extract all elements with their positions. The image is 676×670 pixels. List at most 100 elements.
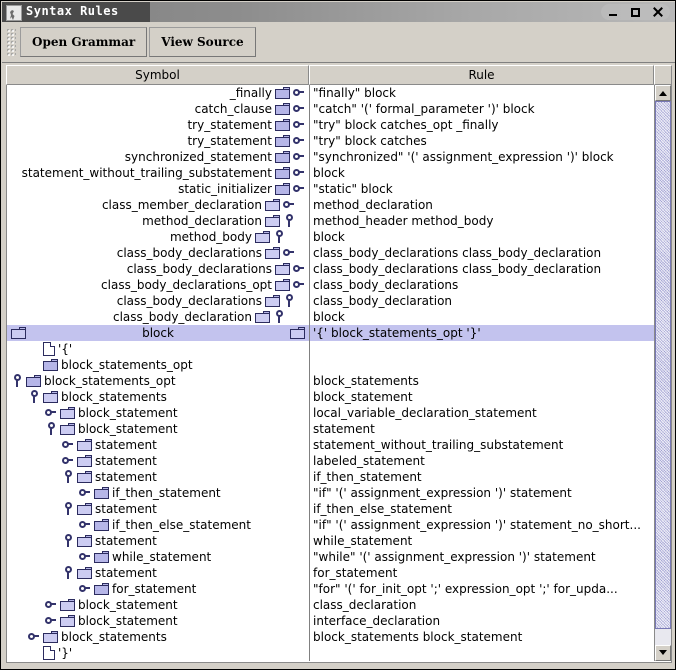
table-row[interactable]: try_statement "try" block catches — [7, 133, 655, 149]
rule-cell[interactable]: block_statements — [310, 373, 655, 389]
rule-cell[interactable]: block — [310, 165, 655, 181]
table-row[interactable]: '}' — [7, 645, 655, 661]
expand-handle-collapsed-icon[interactable] — [79, 550, 92, 564]
tree-node[interactable]: try_statement — [184, 118, 309, 132]
scroll-down-button[interactable] — [655, 645, 671, 661]
rule-cell[interactable]: "try" block catches_opt _finally — [310, 117, 655, 133]
table-row[interactable]: block_statement statement — [7, 421, 655, 437]
table-row[interactable]: method_body block — [7, 229, 655, 245]
symbol-cell[interactable]: class_body_declarations_opt — [7, 277, 310, 293]
symbol-cell[interactable]: block_statement — [7, 597, 310, 613]
rule-cell[interactable]: while_statement — [310, 533, 655, 549]
table-row[interactable]: block_statements_opt block_statements — [7, 373, 655, 389]
expand-handle-expanded-icon[interactable] — [273, 230, 286, 244]
tree-node[interactable]: block_statements — [7, 390, 170, 404]
rule-cell[interactable]: "if" '(' assignment_expression ')' state… — [310, 517, 655, 533]
table-row[interactable]: block_statements block_statements block_s… — [7, 629, 655, 645]
expand-handle-collapsed-icon[interactable] — [45, 406, 58, 420]
open-grammar-button[interactable]: Open Grammar — [20, 27, 148, 57]
symbol-cell[interactable]: if_then_statement — [7, 485, 310, 501]
symbol-cell[interactable]: try_statement — [7, 117, 310, 133]
symbol-cell[interactable]: block_statements_opt — [7, 373, 310, 389]
expand-handle-collapsed-icon[interactable] — [62, 454, 75, 468]
symbol-cell[interactable]: block — [7, 325, 310, 341]
tree-node[interactable]: _finally — [227, 86, 309, 100]
expand-handle-collapsed-icon[interactable] — [293, 102, 306, 116]
expand-handle-collapsed-icon[interactable] — [293, 278, 306, 292]
toolbar-grip[interactable] — [6, 28, 16, 56]
table-row[interactable]: synchronized_statement "synchronized" '('… — [7, 149, 655, 165]
expand-handle-collapsed-icon[interactable] — [45, 614, 58, 628]
rule-cell[interactable]: block — [310, 309, 655, 325]
symbol-cell[interactable]: statement — [7, 437, 310, 453]
tree-node[interactable]: statement — [7, 470, 160, 484]
expand-handle-collapsed-icon[interactable] — [293, 118, 306, 132]
table-row[interactable]: class_body_declaration block — [7, 309, 655, 325]
symbol-cell[interactable]: statement — [7, 533, 310, 549]
expand-handle-collapsed-icon[interactable] — [293, 150, 306, 164]
expand-handle-expanded-icon[interactable] — [45, 422, 58, 436]
symbol-cell[interactable]: for_statement — [7, 581, 310, 597]
symbol-cell[interactable]: class_body_declarations — [7, 293, 310, 309]
rule-cell[interactable]: if_then_statement — [310, 469, 655, 485]
tree-node[interactable]: statement — [7, 566, 160, 580]
expand-handle-collapsed-icon[interactable] — [79, 582, 92, 596]
table-row[interactable]: statement labeled_statement — [7, 453, 655, 469]
expand-handle-collapsed-icon[interactable] — [79, 518, 92, 532]
expand-handle-collapsed-icon[interactable] — [293, 262, 306, 276]
close-icon[interactable] — [651, 6, 664, 19]
rule-cell[interactable]: "finally" block — [310, 85, 655, 101]
tree-node[interactable]: class_body_declarations — [114, 294, 309, 308]
rule-cell[interactable] — [310, 341, 655, 357]
symbol-cell[interactable]: if_then_else_statement — [7, 517, 310, 533]
view-source-button[interactable]: View Source — [149, 27, 256, 57]
rule-cell[interactable]: "if" '(' assignment_expression ')' state… — [310, 485, 655, 501]
tree-node[interactable]: class_body_declarations — [114, 246, 309, 260]
rule-cell[interactable] — [310, 645, 655, 661]
expand-handle-collapsed-icon[interactable] — [62, 438, 75, 452]
tree-node[interactable]: block_statement — [7, 406, 181, 420]
tree-node[interactable]: statement — [7, 502, 160, 516]
symbol-cell[interactable]: static_initializer — [7, 181, 310, 197]
tree-node[interactable]: statement — [7, 438, 160, 452]
symbol-cell[interactable]: statement — [7, 501, 310, 517]
tree-node[interactable]: class_body_declaration — [110, 310, 309, 324]
table-row[interactable]: statement while_statement — [7, 533, 655, 549]
table-row[interactable]: if_then_else_statement "if" '(' assignmen… — [7, 517, 655, 533]
symbol-cell[interactable]: '{' — [7, 341, 310, 357]
symbol-cell[interactable]: block_statements — [7, 629, 310, 645]
tree-node[interactable]: class_body_declarations — [124, 262, 309, 276]
rule-cell[interactable]: statement_without_trailing_substatement — [310, 437, 655, 453]
symbol-cell[interactable]: statement — [7, 453, 310, 469]
rule-cell[interactable]: "for" '(' for_init_opt ';' expression_op… — [310, 581, 655, 597]
tree-node[interactable]: block_statements_opt — [7, 358, 196, 372]
tree-node[interactable]: catch_clause — [192, 102, 309, 116]
symbol-cell[interactable]: block_statement — [7, 421, 310, 437]
symbol-cell[interactable]: block_statements — [7, 389, 310, 405]
rule-cell[interactable]: class_body_declarations class_body_decla… — [310, 245, 655, 261]
expand-handle-expanded-icon[interactable] — [283, 294, 296, 308]
expand-handle-collapsed-icon[interactable] — [283, 246, 296, 260]
tree-node[interactable]: class_member_declaration — [99, 198, 309, 212]
expand-handle-collapsed-icon[interactable] — [293, 166, 306, 180]
table-row[interactable]: block '{' block_statements_opt '}' — [7, 325, 655, 341]
tree-node[interactable]: while_statement — [7, 550, 214, 564]
minimize-icon[interactable] — [607, 6, 620, 19]
symbol-cell[interactable]: statement_without_trailing_substatement — [7, 165, 310, 181]
table-row[interactable]: block_statement class_declaration — [7, 597, 655, 613]
expand-handle-collapsed-icon[interactable] — [283, 198, 296, 212]
symbol-cell[interactable]: synchronized_statement — [7, 149, 310, 165]
scrollbar-track[interactable] — [655, 101, 671, 645]
symbol-cell[interactable]: class_body_declarations — [7, 261, 310, 277]
expand-handle-collapsed-icon[interactable] — [45, 598, 58, 612]
table-row[interactable]: statement for_statement — [7, 565, 655, 581]
tree-node[interactable]: block_statement — [7, 422, 181, 436]
rule-cell[interactable]: method_declaration — [310, 197, 655, 213]
rule-cell[interactable]: "catch" '(' formal_parameter ')' block — [310, 101, 655, 117]
tree-node[interactable]: if_then_statement — [7, 486, 224, 500]
expand-handle-expanded-icon[interactable] — [62, 470, 75, 484]
rule-cell[interactable]: "static" block — [310, 181, 655, 197]
table-row[interactable]: block_statement interface_declaration — [7, 613, 655, 629]
symbol-cell[interactable]: '}' — [7, 645, 310, 661]
scroll-up-button[interactable] — [655, 85, 671, 101]
